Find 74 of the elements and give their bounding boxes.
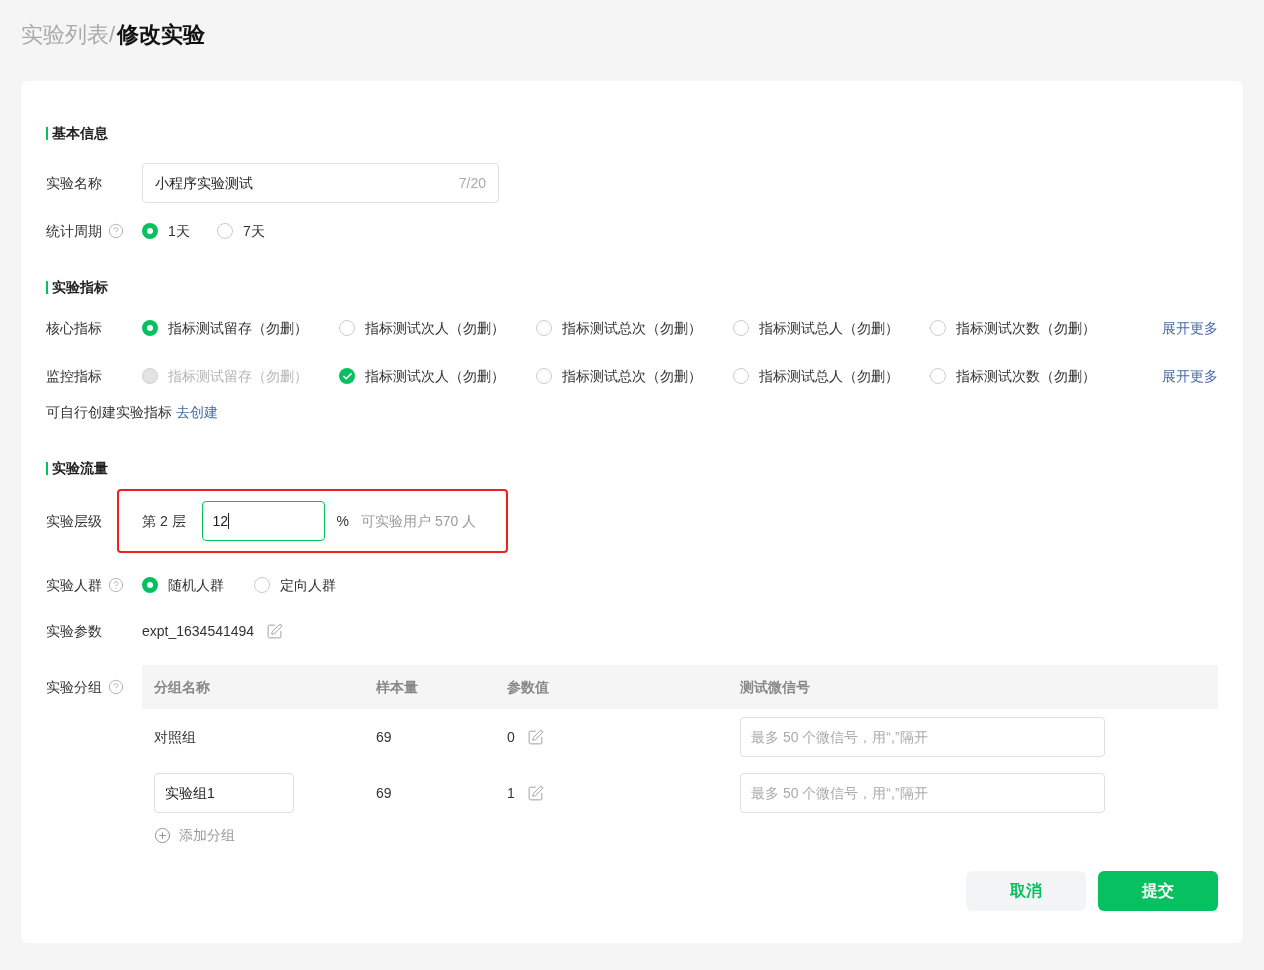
param-value: expt_1634541494 bbox=[142, 621, 255, 641]
help-icon[interactable] bbox=[108, 577, 124, 593]
radio-label: 指标测试总人（勿删） bbox=[759, 318, 899, 338]
section-title: 基本信息 bbox=[52, 124, 108, 143]
radio-button[interactable] bbox=[142, 320, 158, 336]
table-cell-text: 对照组 bbox=[154, 727, 196, 747]
available-users: 可实验用户 570 人 bbox=[361, 511, 477, 531]
help-icon[interactable] bbox=[108, 679, 124, 695]
radio-button[interactable] bbox=[536, 320, 552, 336]
field-label: 实验人群 bbox=[46, 575, 102, 595]
checkbox-label: 指标测试总人（勿删） bbox=[759, 366, 899, 386]
radio-button[interactable] bbox=[254, 577, 270, 593]
radio-button[interactable] bbox=[142, 223, 158, 239]
table-cell-text: 0 bbox=[507, 727, 515, 747]
radio-button[interactable] bbox=[142, 577, 158, 593]
expand-more-link[interactable]: 展开更多 bbox=[1162, 317, 1218, 339]
radio-button[interactable] bbox=[930, 320, 946, 336]
table-cell-text: 69 bbox=[376, 783, 393, 803]
field-label: 实验参数 bbox=[46, 621, 102, 641]
text-input[interactable]: 小程序实验测试 7/20 bbox=[142, 163, 499, 203]
checkbox-label: 指标测试次人（勿删） bbox=[365, 366, 505, 386]
column-header: 测试微信号 bbox=[740, 677, 810, 697]
percent-unit: % bbox=[336, 511, 350, 531]
expand-more-link[interactable]: 展开更多 bbox=[1162, 365, 1218, 387]
radio-label: 指标测试总次（勿删） bbox=[562, 318, 702, 338]
checkbox[interactable] bbox=[339, 368, 355, 384]
add-group-link[interactable]: 添加分组 bbox=[179, 824, 235, 846]
wechat-input[interactable]: 最多 50 个微信号，用“,”隔开 bbox=[740, 717, 1105, 757]
checkbox-label: 指标测试次数（勿删） bbox=[956, 366, 1096, 386]
help-icon[interactable] bbox=[108, 223, 124, 239]
section-title: 实验指标 bbox=[52, 278, 108, 297]
edit-icon[interactable] bbox=[526, 728, 544, 746]
hint-text: 可自行创建实验指标 bbox=[46, 402, 172, 422]
radio-label: 指标测试次人（勿删） bbox=[365, 318, 505, 338]
field-label: 核心指标 bbox=[46, 318, 102, 338]
field-label: 监控指标 bbox=[46, 366, 102, 386]
layer-text: 第 2 层 bbox=[142, 511, 186, 531]
edit-icon[interactable] bbox=[266, 622, 284, 640]
field-label: 统计周期 bbox=[46, 221, 102, 241]
field-label: 实验名称 bbox=[46, 173, 102, 193]
input-value: 12 bbox=[212, 511, 229, 531]
page-title: 修改实验 bbox=[117, 21, 206, 49]
radio-label: 1天 bbox=[168, 221, 190, 241]
check-icon bbox=[341, 370, 353, 382]
char-counter: 7/20 bbox=[458, 173, 486, 193]
edit-icon[interactable] bbox=[526, 784, 544, 802]
input-value: 小程序实验测试 bbox=[155, 173, 253, 193]
create-link[interactable]: 去创建 bbox=[176, 401, 218, 423]
radio-label: 随机人群 bbox=[168, 575, 224, 595]
radio-label: 7天 bbox=[243, 221, 265, 241]
add-icon[interactable] bbox=[154, 826, 171, 844]
checkbox-label: 指标测试总次（勿删） bbox=[562, 366, 702, 386]
input-value: 实验组1 bbox=[165, 783, 215, 803]
radio-label: 指标测试留存（勿删） bbox=[168, 318, 308, 338]
table-cell-text: 69 bbox=[376, 727, 393, 747]
checkbox[interactable] bbox=[536, 368, 552, 384]
radio-label: 定向人群 bbox=[280, 575, 336, 595]
wechat-input[interactable]: 最多 50 个微信号，用“,”隔开 bbox=[740, 773, 1105, 813]
radio-button[interactable] bbox=[339, 320, 355, 336]
field-label: 实验分组 bbox=[46, 677, 102, 697]
checkbox[interactable] bbox=[930, 368, 946, 384]
column-header: 参数值 bbox=[507, 677, 550, 697]
checkbox-label: 指标测试留存（勿删） bbox=[168, 366, 308, 386]
column-header: 分组名称 bbox=[153, 677, 211, 697]
radio-button[interactable] bbox=[217, 223, 233, 239]
group-name-input[interactable]: 实验组1 bbox=[154, 773, 294, 813]
column-header: 样本量 bbox=[376, 677, 419, 697]
radio-label: 指标测试次数（勿删） bbox=[956, 318, 1096, 338]
field-label: 实验层级 bbox=[46, 511, 102, 531]
radio-button[interactable] bbox=[733, 320, 749, 336]
section-title: 实验流量 bbox=[52, 459, 108, 478]
checkbox[interactable] bbox=[733, 368, 749, 384]
percent-input[interactable]: 12 bbox=[201, 501, 325, 541]
table-cell-text: 1 bbox=[507, 783, 515, 803]
